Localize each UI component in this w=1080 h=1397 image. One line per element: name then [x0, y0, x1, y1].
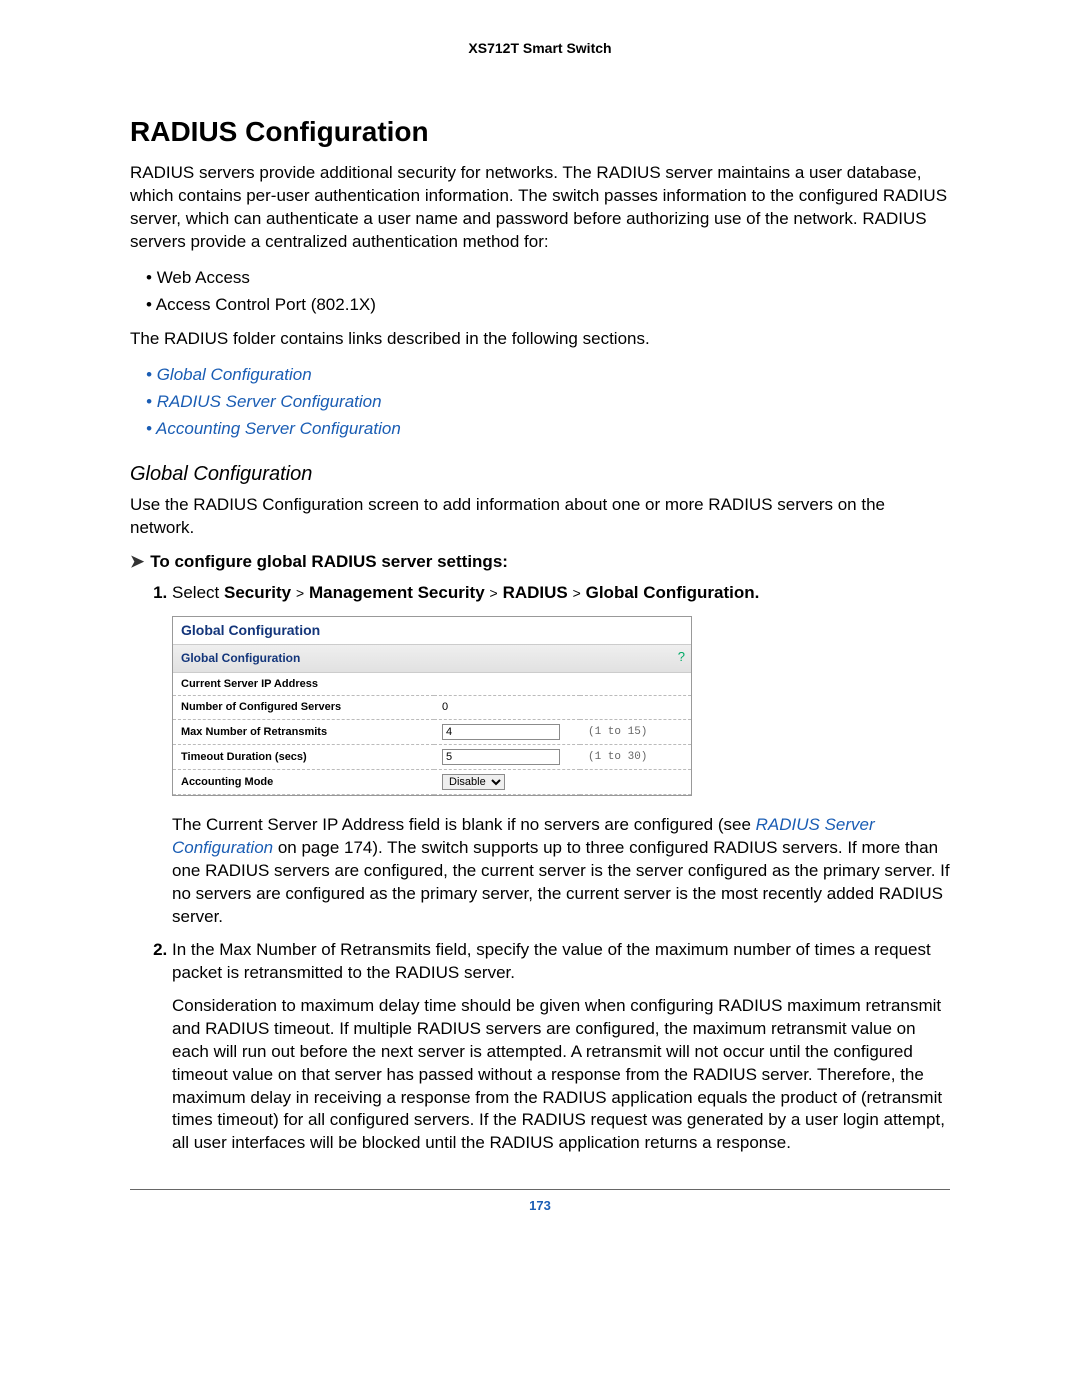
- row-label-num-configured-servers: Number of Configured Servers: [173, 696, 434, 720]
- row-label-current-server-ip: Current Server IP Address: [173, 673, 434, 696]
- header-product-name: XS712T Smart Switch: [130, 40, 950, 56]
- help-icon[interactable]: ?: [678, 648, 685, 666]
- procedure-heading: ➤To configure global RADIUS server setti…: [130, 552, 950, 572]
- intro-bullet-list: Web Access Access Control Port (802.1X): [146, 264, 950, 318]
- figure-title: Global Configuration: [173, 617, 691, 645]
- figure-panel-header: Global Configuration ?: [173, 645, 691, 672]
- subsection-heading-global-configuration: Global Configuration: [130, 463, 950, 486]
- table-row: Max Number of Retransmits (1 to 15): [173, 720, 691, 745]
- step1-prefix: Select: [172, 583, 224, 602]
- step2-text: In the Max Number of Retransmits field, …: [172, 939, 950, 985]
- intro-paragraph: RADIUS servers provide additional securi…: [130, 162, 950, 254]
- row-label-accounting-mode: Accounting Mode: [173, 770, 434, 795]
- range-timeout-duration: (1 to 30): [580, 745, 691, 770]
- step2-followup-paragraph: Consideration to maximum delay time shou…: [172, 995, 950, 1156]
- row-label-max-retransmits: Max Number of Retransmits: [173, 720, 434, 745]
- link-radius-server-configuration[interactable]: RADIUS Server Configuration: [146, 388, 950, 415]
- config-table: Current Server IP Address Number of Conf…: [173, 673, 691, 796]
- value-current-server-ip: [434, 673, 580, 696]
- input-timeout-duration[interactable]: [442, 749, 560, 765]
- value-num-configured-servers: 0: [434, 696, 580, 720]
- procedure-steps: Select Security > Management Security > …: [130, 582, 950, 1156]
- select-accounting-mode[interactable]: Disable: [442, 774, 505, 790]
- global-config-intro: Use the RADIUS Configuration screen to a…: [130, 494, 950, 540]
- footer-rule: [130, 1189, 950, 1190]
- document-page: XS712T Smart Switch RADIUS Configuration…: [0, 0, 1080, 1397]
- section-link-list: Global Configuration RADIUS Server Confi…: [146, 361, 950, 443]
- link-accounting-server-configuration[interactable]: Accounting Server Configuration: [146, 415, 950, 442]
- link-global-configuration[interactable]: Global Configuration: [146, 361, 950, 388]
- figure-panel-title: Global Configuration: [181, 651, 300, 665]
- table-row: Current Server IP Address: [173, 673, 691, 696]
- table-row: Number of Configured Servers 0: [173, 696, 691, 720]
- section-heading-radius-configuration: RADIUS Configuration: [130, 116, 950, 148]
- breadcrumb-sep: >: [296, 587, 304, 603]
- breadcrumb-management-security: Management Security: [309, 583, 485, 602]
- bullet-web-access: Web Access: [146, 264, 950, 291]
- table-row: Accounting Mode Disable: [173, 770, 691, 795]
- range-cell: [580, 673, 691, 696]
- breadcrumb-sep: >: [572, 587, 580, 603]
- range-max-retransmits: (1 to 15): [580, 720, 691, 745]
- breadcrumb-security: Security: [224, 583, 291, 602]
- range-cell: [580, 696, 691, 720]
- table-row: Timeout Duration (secs) (1 to 30): [173, 745, 691, 770]
- step-2: In the Max Number of Retransmits field, …: [172, 939, 950, 1155]
- breadcrumb-global-configuration: Global Configuration.: [586, 583, 760, 602]
- folder-description: The RADIUS folder contains links describ…: [130, 328, 950, 351]
- range-cell: [580, 770, 691, 795]
- row-label-timeout-duration: Timeout Duration (secs): [173, 745, 434, 770]
- bullet-access-control-port: Access Control Port (802.1X): [146, 291, 950, 318]
- screenshot-global-configuration: Global Configuration Global Configuratio…: [172, 616, 692, 796]
- page-number: 173: [130, 1198, 950, 1213]
- step-1: Select Security > Management Security > …: [172, 582, 950, 929]
- arrow-icon: ➤: [130, 552, 144, 571]
- breadcrumb-sep: >: [489, 587, 497, 603]
- breadcrumb-radius: RADIUS: [503, 583, 568, 602]
- step1-followup-paragraph: The Current Server IP Address field is b…: [172, 814, 950, 929]
- input-max-retransmits[interactable]: [442, 724, 560, 740]
